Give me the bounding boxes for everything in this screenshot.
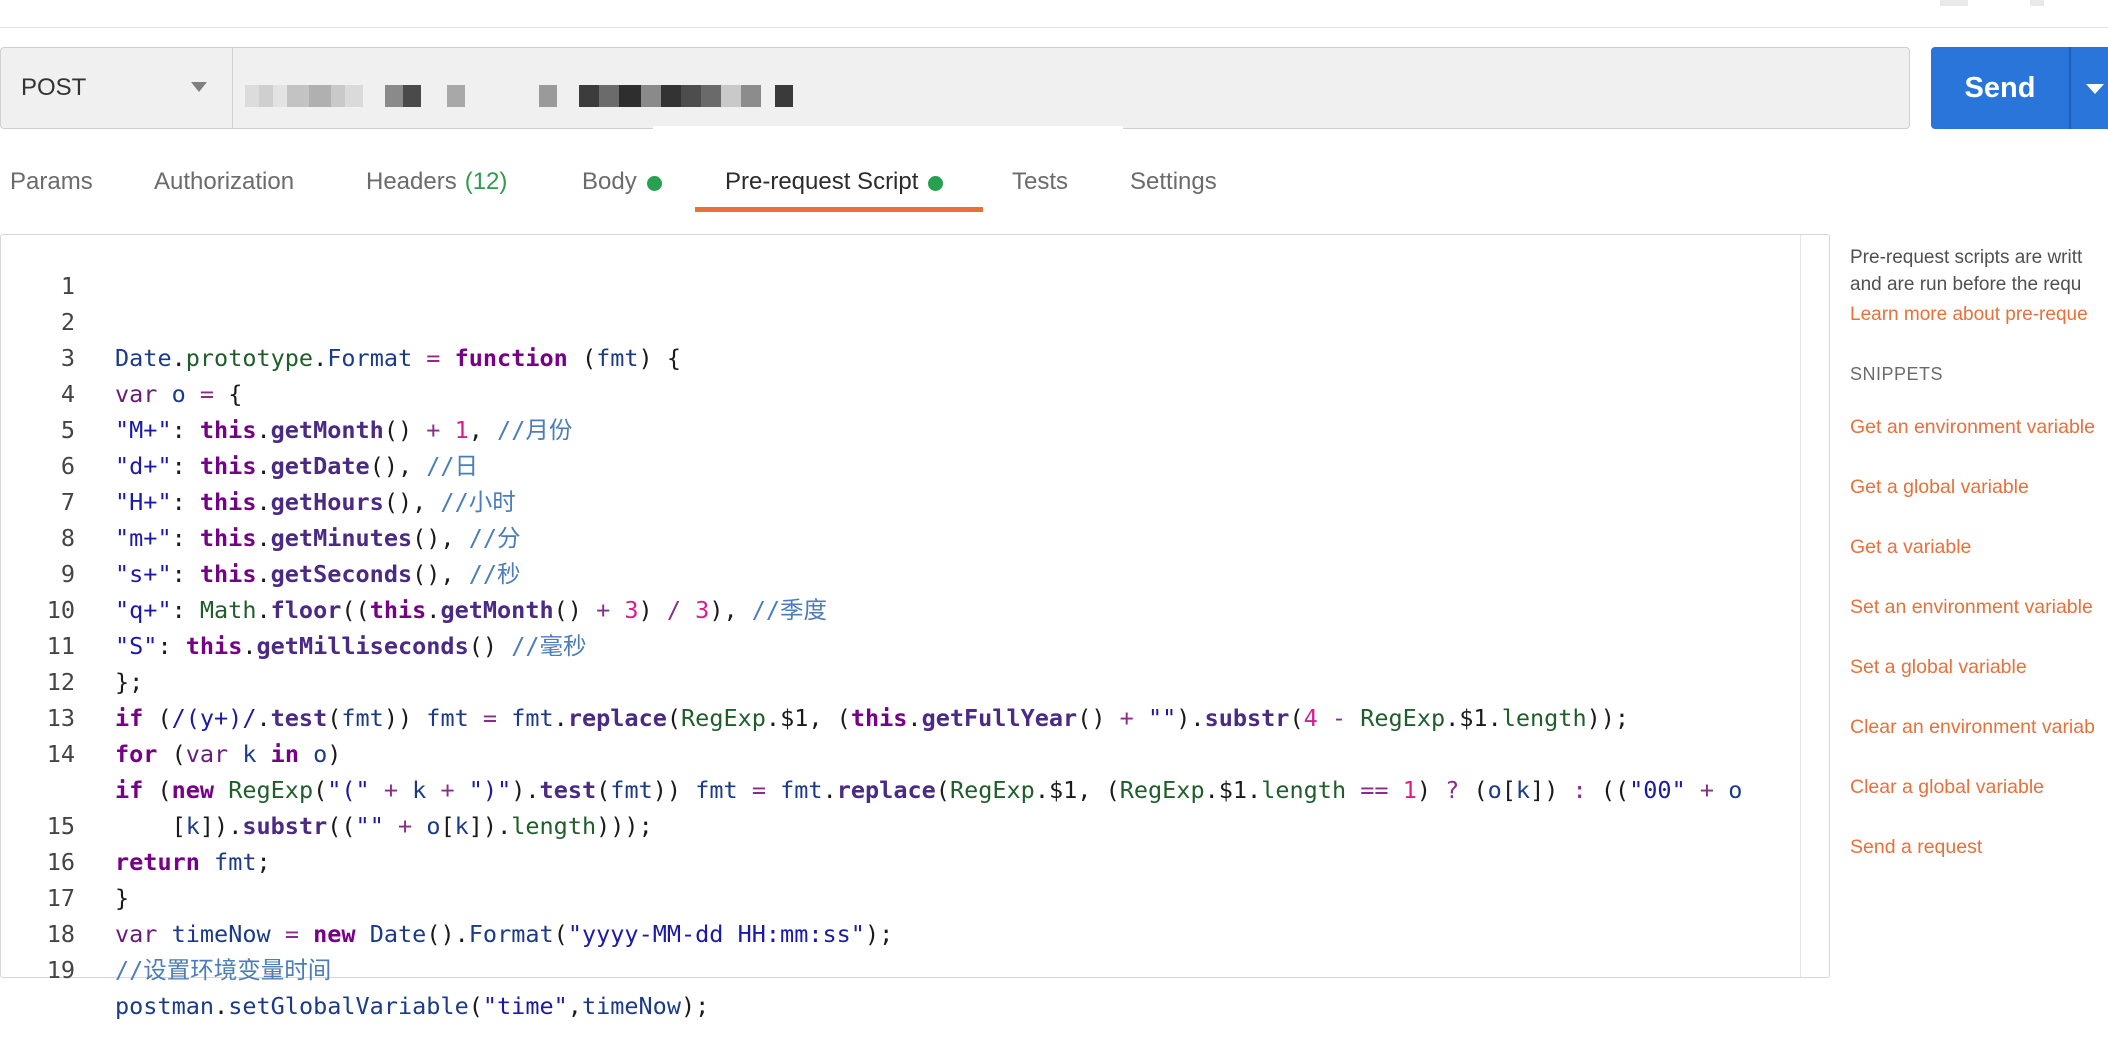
request-tabs: Params Authorization Headers (12) Body Pr… [0, 158, 1300, 214]
tab-params[interactable]: Params [10, 158, 93, 214]
code-line: 16 } [1, 808, 1801, 912]
code-line: 14 if (new RegExp("(" + k + ")").test(fm… [1, 700, 1801, 804]
toolbar-fragment [2030, 0, 2044, 6]
snippet-link[interactable]: Send a request [1850, 817, 2108, 877]
method-select[interactable]: POST [0, 47, 232, 129]
code-line: 11 }; [1, 592, 1801, 696]
snippet-link[interactable]: Get an environment variable [1850, 397, 2108, 457]
chevron-down-icon [191, 82, 207, 92]
code-line: 6 "H+": this.getHours(), //小时 [1, 412, 1801, 516]
line-number: 19 [46, 956, 75, 984]
snippet-link[interactable]: Get a global variable [1850, 457, 2108, 517]
learn-more-link[interactable]: Learn more about pre-reque [1850, 304, 2108, 326]
code-line: [k]).substr(("" + o[k]).length))); [115, 812, 653, 840]
code-line: 4 "M+": this.getMonth() + 1, //月份 [1, 340, 1801, 444]
send-divider [2069, 47, 2071, 129]
snippets-heading: SNIPPETS [1850, 364, 1944, 384]
sidebar-description: Pre-request scripts are writt [1850, 247, 2083, 268]
headers-count-badge: (12) [464, 168, 508, 195]
code-line: 9 "q+": Math.floor((this.getMonth() + 3)… [1, 520, 1801, 624]
tab-tests[interactable]: Tests [1012, 158, 1068, 214]
url-input-underline-gap [653, 126, 1123, 132]
tab-settings[interactable]: Settings [1130, 158, 1217, 214]
code-line: 13 for (var k in o) [1, 664, 1801, 768]
snippet-link[interactable]: Get a variable [1850, 517, 2108, 577]
snippet-link[interactable]: Set an environment variable [1850, 577, 2108, 637]
snippets-sidebar: Pre-request scripts are writt and are ru… [1850, 244, 2108, 904]
code-line: 5 "d+": this.getDate(), //日 [1, 376, 1801, 480]
send-button-label: Send [1964, 71, 2036, 104]
snippet-link[interactable]: Set a global variable [1850, 637, 2108, 697]
send-button[interactable]: Send [1931, 47, 2108, 129]
code-line: 3 var o = { [1, 304, 1801, 408]
send-options-chevron-icon[interactable] [2086, 84, 2104, 94]
pre-request-status-dot-icon [928, 176, 944, 191]
tab-pre-request-script[interactable]: Pre-request Script [725, 158, 944, 214]
snippet-link[interactable]: Clear a global variable [1850, 757, 2108, 817]
snippet-link[interactable]: Clear an environment variab [1850, 697, 2108, 757]
code-line: 19 postman.setGlobalVariable("time",time… [1, 916, 1801, 1020]
tab-headers[interactable]: Headers (12) [366, 158, 507, 214]
active-tab-underline [695, 207, 983, 212]
sidebar-description: and are run before the requ [1850, 274, 2082, 295]
code-line: 17 var timeNow = new Date().Format("yyyy… [1, 844, 1801, 948]
tab-body[interactable]: Body [582, 158, 662, 214]
snippet-list: Get an environment variable Get a global… [1850, 397, 2108, 877]
code-line: 1 [1, 232, 1801, 300]
url-input[interactable] [232, 47, 1910, 132]
code-line: 15 return fmt; [1, 772, 1801, 876]
request-url-bar: POST Send [0, 47, 2108, 132]
code-line: 10 "S": this.getMilliseconds() //毫秒 [1, 556, 1801, 660]
code-line: 8 "s+": this.getSeconds(), //秒 [1, 484, 1801, 588]
method-label: POST [21, 74, 87, 101]
code-line: 12 if (/(y+)/.test(fmt)) fmt = fmt.repla… [1, 628, 1801, 732]
script-editor[interactable]: 1 2 Date.prototype.Format = function (fm… [0, 232, 1830, 1020]
code-line: 2 Date.prototype.Format = function (fmt)… [1, 268, 1801, 372]
body-status-dot-icon [646, 176, 662, 191]
tab-authorization[interactable]: Authorization [154, 158, 294, 214]
code-line: 7 "m+": this.getMinutes(), //分 [1, 448, 1801, 552]
code-line: 18 //设置环境变量时间 [1, 880, 1801, 984]
top-toolbar-strip [0, 0, 2108, 28]
redacted-url [245, 85, 793, 107]
toolbar-fragment [1940, 0, 1968, 6]
